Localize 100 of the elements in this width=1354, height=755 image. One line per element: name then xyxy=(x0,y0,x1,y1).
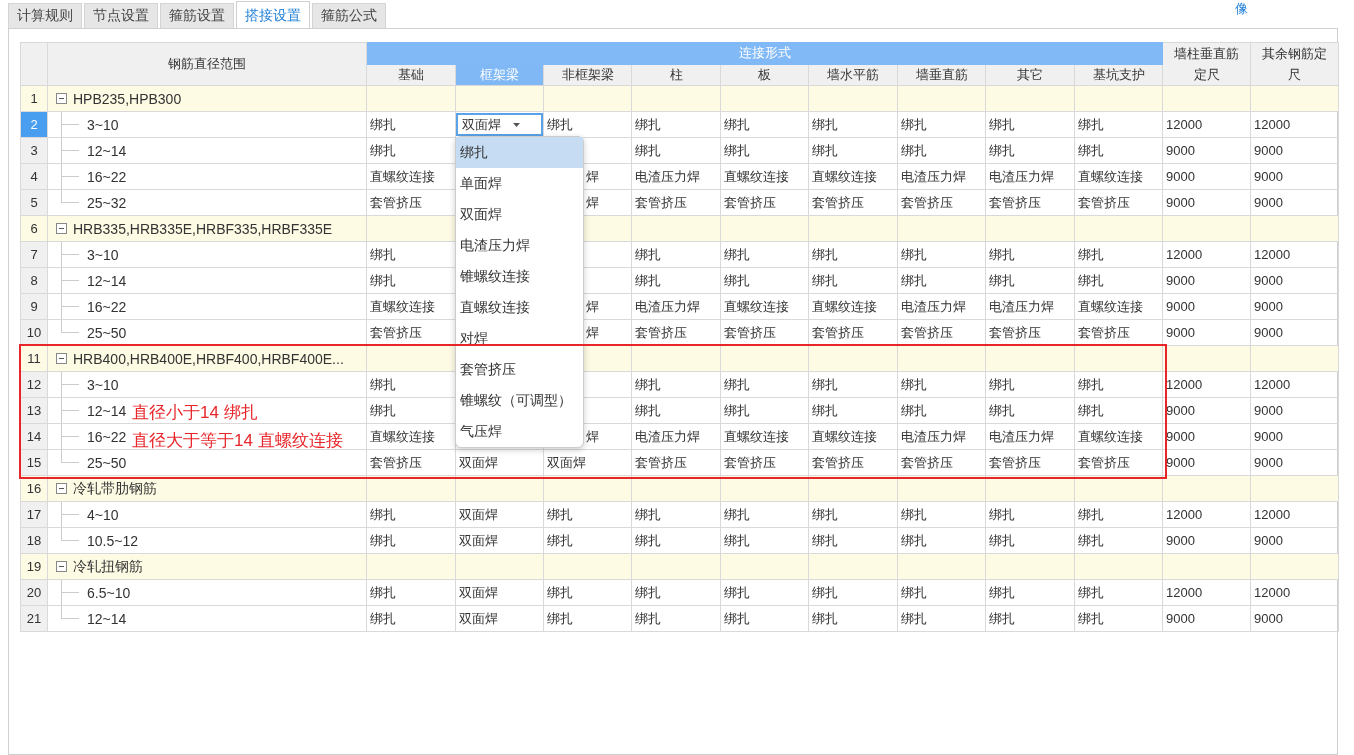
tab[interactable]: 搭接设置 xyxy=(236,1,310,29)
table-cell: 套管挤压 xyxy=(370,454,422,470)
tree-item[interactable]: 3~10 xyxy=(87,116,119,133)
tree-item[interactable]: 25~50 xyxy=(87,454,127,471)
table-cell: 绑扎 xyxy=(370,506,396,522)
link[interactable]: 像 xyxy=(1235,1,1248,16)
table-cell: 套管挤压 xyxy=(989,454,1041,470)
table-cell: 9000 xyxy=(1166,533,1196,548)
tree-item[interactable]: 25~50 xyxy=(87,324,127,341)
table-cell: 电渣压力焊 xyxy=(901,298,966,314)
table-cell: 绑扎 xyxy=(724,272,750,288)
tree-item[interactable]: 16~22 xyxy=(87,298,127,315)
menu-item[interactable]: 双面焊 xyxy=(456,199,583,230)
tab[interactable]: 箍筋设置 xyxy=(160,3,234,28)
annotation-text: 直径大于等于14 直螺纹连接 xyxy=(132,430,343,452)
tree-item[interactable]: 4~10 xyxy=(87,506,119,523)
row-number: 6 xyxy=(20,215,48,242)
menu-item[interactable]: 气压焊 xyxy=(456,416,583,447)
column-header: 墙柱垂直筋定尺 xyxy=(1162,42,1251,86)
row-number: 5 xyxy=(20,189,48,216)
table-cell: 绑扎 xyxy=(812,376,838,392)
table-cell: 绑扎 xyxy=(370,116,396,132)
table-cell: 9000 xyxy=(1254,611,1284,626)
dropdown-menu[interactable]: 绑扎 单面焊 双面焊 电渣压力焊 锥螺纹连接 直螺纹连接 对焊 套管挤压 锥螺纹（可调型） 气压焊 xyxy=(455,136,584,448)
collapse-icon[interactable] xyxy=(56,223,67,234)
menu-item[interactable]: 绑扎 xyxy=(456,137,583,168)
annotation-text: 直径小于14 绑扎 xyxy=(132,402,258,424)
table-cell: 绑扎 xyxy=(812,142,838,158)
table-cell: 绑扎 xyxy=(812,246,838,262)
tree-item[interactable]: 12~14 xyxy=(87,610,127,627)
table-cell: 绑扎 xyxy=(635,532,661,548)
table-cell: 绑扎 xyxy=(724,116,750,132)
dropdown-field[interactable]: 双面焊 xyxy=(456,113,543,136)
table-cell: 绑扎 xyxy=(1078,142,1104,158)
table-cell: 电渣压力焊 xyxy=(901,428,966,444)
table-cell: 套管挤压 xyxy=(635,324,687,340)
table-cell: 绑扎 xyxy=(635,272,661,288)
table-cell: 绑扎 xyxy=(901,142,927,158)
table-cell: 套管挤压 xyxy=(1078,324,1130,340)
collapse-icon[interactable] xyxy=(56,483,67,494)
table-cell: 绑扎 xyxy=(635,584,661,600)
table-cell: 绑扎 xyxy=(989,116,1015,132)
tree-item[interactable]: 12~14 xyxy=(87,142,127,159)
row-number: 9 xyxy=(20,293,48,320)
table-cell: 绑扎 xyxy=(1078,272,1104,288)
tab[interactable]: 箍筋公式 xyxy=(312,3,386,28)
tree-item[interactable]: 3~10 xyxy=(87,246,119,263)
table-cell: 套管挤压 xyxy=(724,454,776,470)
table-cell: 绑扎 xyxy=(370,532,396,548)
menu-item[interactable]: 套管挤压 xyxy=(456,354,583,385)
tree-item[interactable]: 冷轧扭钢筋 xyxy=(73,557,143,576)
menu-item[interactable]: 锥螺纹（可调型） xyxy=(456,385,583,416)
table-cell: 直螺纹连接 xyxy=(1078,168,1143,184)
table-cell: 9000 xyxy=(1254,195,1284,210)
table-cell: 12000 xyxy=(1254,247,1291,262)
table-cell: 12000 xyxy=(1166,117,1203,132)
table-cell: 绑扎 xyxy=(724,610,750,626)
collapse-icon[interactable] xyxy=(56,93,67,104)
tree-item[interactable]: 6.5~10 xyxy=(87,584,131,601)
row-number: 18 xyxy=(20,527,48,554)
table-cell: 直螺纹连接 xyxy=(1078,428,1143,444)
tree-item[interactable]: 16~22 xyxy=(87,428,127,445)
menu-item[interactable]: 直螺纹连接 xyxy=(456,292,583,323)
tree-item[interactable]: 16~22 xyxy=(87,168,127,185)
table-cell: 9000 xyxy=(1254,169,1284,184)
table-cell: 绑扎 xyxy=(547,584,573,600)
menu-item[interactable]: 电渣压力焊 xyxy=(456,230,583,261)
table-cell: 双面焊 xyxy=(547,454,586,470)
row-number: 1 xyxy=(20,85,48,112)
tree-item[interactable]: 25~32 xyxy=(87,194,127,211)
menu-item[interactable]: 锥螺纹连接 xyxy=(456,261,583,292)
table-cell: 12000 xyxy=(1166,585,1203,600)
table-cell: 套管挤压 xyxy=(812,324,864,340)
tree-item[interactable]: 10.5~12 xyxy=(87,532,138,549)
table-cell: 12000 xyxy=(1254,585,1291,600)
menu-item[interactable]: 单面焊 xyxy=(456,168,583,199)
table-cell: 套管挤压 xyxy=(812,194,864,210)
table-cell: 双面焊 xyxy=(459,532,498,548)
table-cell: 套管挤压 xyxy=(724,324,776,340)
tree-item[interactable]: 12~14 xyxy=(87,402,127,419)
table-cell: 绑扎 xyxy=(370,376,396,392)
table-cell: 直螺纹连接 xyxy=(1078,298,1143,314)
table-cell: 绑扎 xyxy=(635,142,661,158)
table-cell: 绑扎 xyxy=(812,506,838,522)
table-cell: 电渣压力焊 xyxy=(901,168,966,184)
collapse-icon[interactable] xyxy=(56,353,67,364)
tree-item[interactable]: 12~14 xyxy=(87,272,127,289)
table-cell: 12000 xyxy=(1254,507,1291,522)
row-number: 7 xyxy=(20,241,48,268)
tree-item[interactable]: 3~10 xyxy=(87,376,119,393)
table-cell: 绑扎 xyxy=(1078,584,1104,600)
tab[interactable]: 节点设置 xyxy=(84,3,158,28)
table-cell: 9000 xyxy=(1166,325,1196,340)
tree-item[interactable]: 冷轧带肋钢筋 xyxy=(73,479,157,498)
row-number: 3 xyxy=(20,137,48,164)
row-number: 10 xyxy=(20,319,48,346)
collapse-icon[interactable] xyxy=(56,561,67,572)
table-cell: 绑扎 xyxy=(635,610,661,626)
tab[interactable]: 计算规则 xyxy=(8,3,82,28)
menu-item[interactable]: 对焊 xyxy=(456,323,583,354)
